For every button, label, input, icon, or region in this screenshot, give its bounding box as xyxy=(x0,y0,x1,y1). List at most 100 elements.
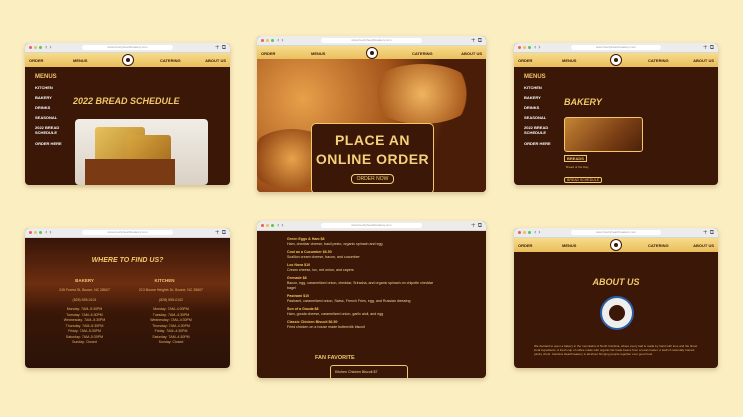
window-place-order: ‹ › www.hourlyheartbreakery.com + ⧉ ORDE… xyxy=(257,36,486,192)
logo-icon[interactable] xyxy=(610,239,622,251)
new-tab-icon[interactable]: + ⧉ xyxy=(215,229,226,237)
new-tab-icon[interactable]: + ⧉ xyxy=(703,229,714,237)
url-bar[interactable]: www.hourlyheartbreakery.com xyxy=(321,223,422,228)
logo-icon[interactable] xyxy=(121,54,134,66)
nav-order[interactable]: ORDER xyxy=(518,243,532,248)
close-dot[interactable] xyxy=(261,224,264,227)
nav-menus[interactable]: MENUS xyxy=(562,243,576,248)
page-title: WHERE TO FIND US? xyxy=(91,257,164,264)
nav-catering[interactable]: CATERING xyxy=(648,58,669,63)
back-forward-icons[interactable]: ‹ › xyxy=(45,229,52,236)
sidebar-item-bakery[interactable]: BAKERY xyxy=(524,93,556,103)
back-forward-icons[interactable]: ‹ › xyxy=(277,222,284,229)
nav-catering[interactable]: CATERING xyxy=(160,58,181,63)
order-card: PLACE AN ONLINE ORDER ORDER NOW xyxy=(311,123,434,192)
nav-catering[interactable]: CATERING xyxy=(648,243,669,248)
sidebar-item-bakery[interactable]: BAKERY xyxy=(35,93,67,103)
url-bar[interactable]: www.hourlyheartbreakery.com xyxy=(571,230,661,235)
order-now-button[interactable]: ORDER NOW xyxy=(350,174,395,184)
minimize-dot[interactable] xyxy=(523,231,526,234)
bakery-details: 245 Forest St, Boone, NC 28607 (828) 555… xyxy=(37,288,132,346)
sidebar-item-order[interactable]: ORDER HERE xyxy=(524,139,556,149)
maximize-dot[interactable] xyxy=(528,231,531,234)
kitchen-hours-row: Sunday: Closed xyxy=(158,340,184,344)
maximize-dot[interactable] xyxy=(271,39,274,42)
minimize-dot[interactable] xyxy=(266,39,269,42)
new-tab-icon[interactable]: + ⧉ xyxy=(471,222,482,230)
nav-order[interactable]: ORDER xyxy=(261,51,275,56)
new-tab-icon[interactable]: + ⧉ xyxy=(703,44,714,52)
bread-photo xyxy=(75,119,208,185)
sidebar-item-drinks[interactable]: DRINKS xyxy=(35,103,67,113)
breads-tag: BREADS xyxy=(564,155,587,162)
menu-item[interactable]: Lox Nova $10 Cream cheese, lox, red onion… xyxy=(287,263,437,273)
sidebar-item-seasonal[interactable]: SEASONAL xyxy=(35,113,67,123)
site-nav: ORDER MENUS CATERING ABOUT US xyxy=(514,238,718,252)
close-dot[interactable] xyxy=(261,39,264,42)
site-nav: ORDER MENUS CATERING ABOUT US xyxy=(257,46,486,60)
fan-favorite-card[interactable]: Kitchen Chicken Biscuit $7 xyxy=(330,365,408,378)
sidebar-item-schedule[interactable]: 2022 BREAD SCHEDULE xyxy=(524,125,556,135)
sidebar: MENUS KITCHEN BAKERY DRINKS SEASONAL 202… xyxy=(524,71,556,149)
menu-item[interactable]: Pastrami $10 Pastrami, caramelized onion,… xyxy=(287,294,437,304)
sidebar-item-kitchen[interactable]: KITCHEN xyxy=(35,83,67,93)
close-dot[interactable] xyxy=(518,231,521,234)
sidebar-item-kitchen[interactable]: KITCHEN xyxy=(524,83,556,93)
url-bar[interactable]: www.hourlyheartbreakery.com xyxy=(82,230,173,235)
bread-of-day-text: Bread of the Day xyxy=(566,165,589,169)
url-bar[interactable]: www.hourlyheartbreakery.com xyxy=(321,38,422,43)
url-bar[interactable]: www.hourlyheartbreakery.com xyxy=(82,45,173,50)
sidebar-item-schedule[interactable]: 2022 BREAD SCHEDULE xyxy=(35,125,67,135)
nav-about[interactable]: ABOUT US xyxy=(693,243,714,248)
back-forward-icons[interactable]: ‹ › xyxy=(45,44,52,51)
close-dot[interactable] xyxy=(29,231,32,234)
minimize-dot[interactable] xyxy=(266,224,269,227)
menu-item-desc: Fried chicken on a house made buttermilk… xyxy=(287,325,365,329)
close-dot[interactable] xyxy=(29,46,32,49)
minimize-dot[interactable] xyxy=(523,46,526,49)
maximize-dot[interactable] xyxy=(271,224,274,227)
logo-icon[interactable] xyxy=(365,47,378,59)
minimize-dot[interactable] xyxy=(34,46,37,49)
nav-about[interactable]: ABOUT US xyxy=(461,51,482,56)
nav-menus[interactable]: MENUS xyxy=(73,58,87,63)
bakery-address: 245 Forest St, Boone, NC 28607 xyxy=(59,288,110,292)
nav-catering[interactable]: CATERING xyxy=(412,51,433,56)
menu-item[interactable]: Grenade $8 Bacon, egg, caramelized onion,… xyxy=(287,276,437,291)
maximize-dot[interactable] xyxy=(39,46,42,49)
bakery-heading: BAKERY xyxy=(75,278,94,283)
maximize-dot[interactable] xyxy=(528,46,531,49)
nav-about[interactable]: ABOUT US xyxy=(205,58,226,63)
nav-order[interactable]: ORDER xyxy=(29,58,43,63)
menu-item-desc: Ham, gouda cheese, caramelized onion, ga… xyxy=(287,312,384,316)
bread-schedule-button[interactable]: BREAD SCHEDULE xyxy=(564,177,603,183)
sidebar-item-seasonal[interactable]: SEASONAL xyxy=(524,113,556,123)
maximize-dot[interactable] xyxy=(39,231,42,234)
menu-item[interactable]: Cool as a Cucumber $6.50 Scallion cream c… xyxy=(287,250,437,260)
menu-item-desc: Ham, cheddar cheese, basil pesto, organi… xyxy=(287,242,383,246)
nav-about[interactable]: ABOUT US xyxy=(693,58,714,63)
back-forward-icons[interactable]: ‹ › xyxy=(534,229,541,236)
menu-item[interactable]: Classic Chicken Biscuit $6.50 Fried chick… xyxy=(287,320,437,330)
sidebar-item-order[interactable]: ORDER HERE xyxy=(35,139,67,149)
fan-favorite-item: Kitchen Chicken Biscuit $7 xyxy=(335,370,378,374)
nav-menus[interactable]: MENUS xyxy=(311,51,325,56)
new-tab-icon[interactable]: + ⧉ xyxy=(215,44,226,52)
url-bar[interactable]: www.hourlyheartbreakery.com xyxy=(571,45,661,50)
kitchen-heading: KITCHEN xyxy=(154,278,175,283)
fan-favorite-heading: FAN FAVORITE xyxy=(315,355,355,361)
back-forward-icons[interactable]: ‹ › xyxy=(534,44,541,51)
browser-chrome: ‹ › www.hourlyheartbreakery.com + ⧉ xyxy=(257,36,486,46)
about-text: We decided to open a bakery in the mount… xyxy=(534,344,698,356)
minimize-dot[interactable] xyxy=(34,231,37,234)
nav-order[interactable]: ORDER xyxy=(518,58,532,63)
menu-item[interactable]: Green Eggs & Ham $8 Ham, cheddar cheese, … xyxy=(287,237,437,247)
back-forward-icons[interactable]: ‹ › xyxy=(277,37,284,44)
sidebar-item-drinks[interactable]: DRINKS xyxy=(524,103,556,113)
nav-menus[interactable]: MENUS xyxy=(562,58,576,63)
menu-item[interactable]: Son of a Gouda $8 Ham, gouda cheese, cara… xyxy=(287,307,437,317)
page-title: BAKERY xyxy=(564,97,602,107)
logo-icon[interactable] xyxy=(610,54,622,66)
close-dot[interactable] xyxy=(518,46,521,49)
new-tab-icon[interactable]: + ⧉ xyxy=(471,37,482,45)
